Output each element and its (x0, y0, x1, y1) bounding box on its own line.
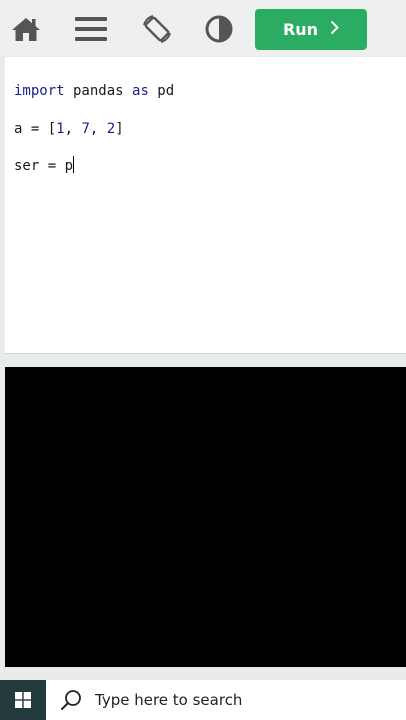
code-keyword: import (14, 83, 65, 99)
start-button[interactable] (0, 680, 46, 720)
code-keyword: as (132, 83, 149, 99)
run-button[interactable]: Run (255, 9, 367, 50)
run-button-label: Run (282, 20, 319, 39)
menu-icon (75, 17, 107, 41)
code-text: , (89, 121, 107, 137)
code-text: pd (148, 83, 175, 99)
code-text: a = [ (14, 121, 57, 137)
text-cursor (73, 156, 75, 173)
code-number: 1 (56, 121, 65, 137)
home-button[interactable] (6, 9, 46, 49)
code-text: pandas (64, 83, 133, 99)
search-icon (60, 689, 82, 711)
taskbar-search-box[interactable]: Type here to search (46, 680, 406, 720)
code-line-3: ser = p (14, 156, 75, 175)
taskbar: Type here to search (0, 680, 406, 720)
code-text: , (64, 121, 82, 137)
code-number: 2 (106, 121, 116, 137)
rotate-screen-button[interactable] (137, 9, 177, 49)
code-editor[interactable]: import pandas as pd a = [1, 7, 2] ser = … (5, 57, 406, 354)
code-text: ] (115, 121, 124, 137)
toolbar: Run (0, 0, 406, 56)
contrast-icon (205, 15, 233, 43)
code-number: 7 (81, 121, 90, 137)
code-line-1: import pandas as pd (14, 82, 174, 100)
output-console (5, 367, 406, 667)
windows-start-icon (15, 692, 31, 708)
home-icon (12, 18, 40, 41)
rotate-screen-icon (143, 15, 171, 43)
theme-toggle-button[interactable] (199, 9, 239, 49)
code-text: ser = p (14, 158, 74, 174)
code-line-2: a = [1, 7, 2] (14, 120, 124, 138)
menu-button[interactable] (71, 9, 111, 49)
search-placeholder: Type here to search (95, 691, 243, 709)
chevron-right-icon (330, 20, 339, 39)
